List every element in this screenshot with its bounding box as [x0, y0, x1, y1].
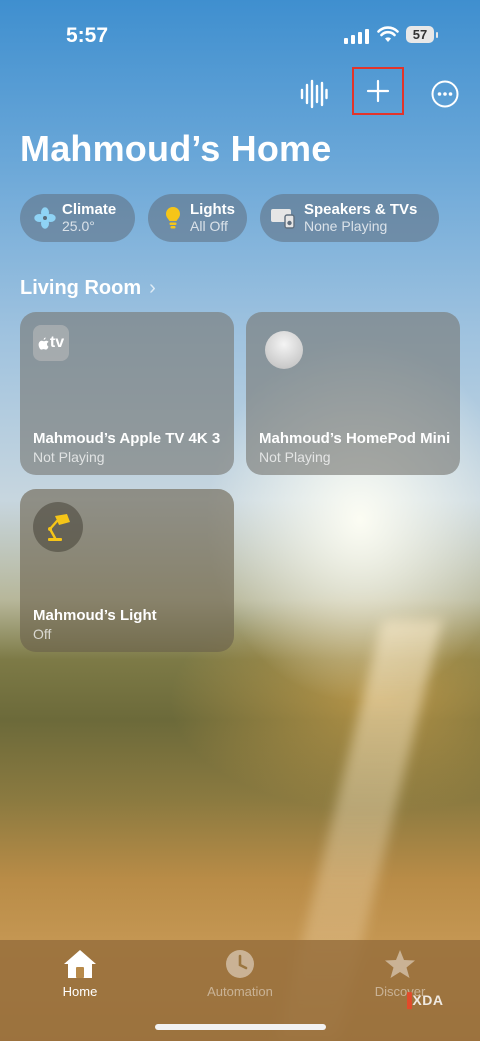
add-button[interactable]: [352, 67, 404, 115]
apple-logo-icon: [38, 337, 49, 350]
apple-tv-icon: tv: [33, 325, 69, 361]
ellipsis-circle-icon: [431, 80, 459, 108]
accessory-status: Not Playing: [33, 449, 105, 465]
tab-automation[interactable]: Automation: [180, 948, 300, 999]
chip-label: Climate: [62, 201, 117, 218]
plus-icon: [366, 79, 390, 103]
accessory-tile-homepod[interactable]: Mahmoud’s HomePod Mini Not Playing: [246, 312, 460, 475]
chip-lights[interactable]: Lights All Off: [148, 194, 247, 242]
lightbulb-icon: [166, 207, 180, 229]
tv-badge-text: tv: [49, 334, 65, 351]
speakers-tv-icon: [271, 209, 295, 229]
accessory-name: Mahmoud’s Apple TV 4K 3: [33, 430, 221, 447]
status-time: 5:57: [66, 24, 109, 47]
intercom-button[interactable]: [294, 70, 334, 118]
tab-label: Home: [62, 984, 98, 999]
page-title: Mahmoud’s Home: [20, 128, 332, 169]
status-bar: 5:57 57: [0, 0, 480, 70]
home-indicator[interactable]: [155, 1024, 326, 1030]
chip-value: 25.0°: [62, 218, 95, 234]
chip-value: None Playing: [304, 218, 388, 234]
battery-indicator: 57: [406, 26, 438, 43]
chevron-right-icon: ›: [149, 277, 156, 299]
accessory-tile-light[interactable]: Mahmoud’s Light Off: [20, 489, 234, 652]
clock-icon: [226, 950, 254, 978]
waveform-icon: [300, 79, 328, 109]
chip-climate[interactable]: Climate 25.0°: [20, 194, 135, 242]
more-options-button[interactable]: [424, 70, 466, 118]
room-title: Living Room: [20, 277, 142, 299]
star-icon: [385, 950, 415, 978]
accessory-name: Mahmoud’s Light: [33, 607, 157, 624]
accessory-tile-apple-tv[interactable]: tv Mahmoud’s Apple TV 4K 3 Not Playing: [20, 312, 234, 475]
room-header-living-room[interactable]: Living Room ›: [20, 277, 156, 300]
desk-lamp-icon: [33, 502, 83, 552]
xda-watermark: ▐XDA: [402, 992, 444, 1008]
fan-icon: [34, 207, 56, 229]
chip-speakers-tvs[interactable]: Speakers & TVs None Playing: [260, 194, 439, 242]
wifi-icon: [377, 26, 399, 42]
accessory-name: Mahmoud’s HomePod Mini: [259, 430, 451, 447]
chip-label: Speakers & TVs: [304, 201, 418, 218]
house-icon: [64, 950, 96, 978]
chip-value: All Off: [190, 218, 228, 234]
tab-label: Automation: [207, 984, 273, 999]
tab-home[interactable]: Home: [20, 948, 140, 999]
homepod-mini-icon: [265, 331, 303, 369]
chip-label: Lights: [190, 201, 235, 218]
lamp-glyph: [48, 514, 70, 541]
accessory-status: Off: [33, 626, 52, 642]
cellular-signal-icon: [344, 28, 369, 44]
watermark-text: XDA: [412, 992, 444, 1008]
accessory-status: Not Playing: [259, 449, 331, 465]
